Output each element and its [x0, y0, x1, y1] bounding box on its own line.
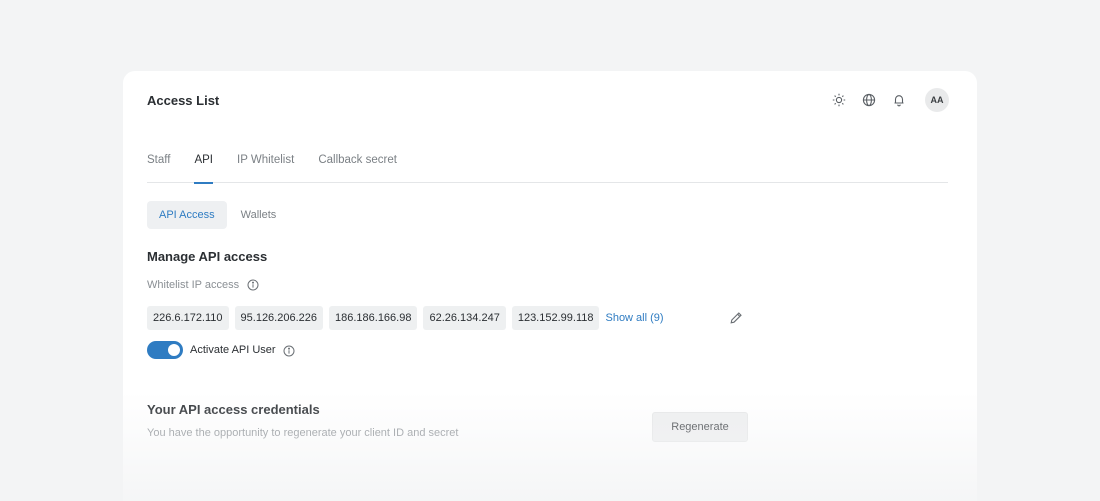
tab-callback-secret[interactable]: Callback secret — [318, 154, 397, 183]
info-icon[interactable] — [283, 344, 295, 357]
ip-chip: 95.126.206.226 — [234, 306, 323, 330]
info-icon[interactable] — [247, 279, 259, 291]
access-list-card: Access List AA Staff API IP Whitelist Ca… — [123, 71, 977, 501]
credentials-description: You have the opportunity to regenerate y… — [147, 427, 459, 439]
ip-chip-list: 226.6.172.110 95.126.206.226 186.186.166… — [147, 306, 664, 330]
ip-chip: 62.26.134.247 — [423, 306, 506, 330]
header-actions: AA — [829, 88, 949, 112]
subtab-api-access[interactable]: API Access — [147, 201, 227, 229]
regenerate-button[interactable]: Regenerate — [652, 412, 748, 442]
subtab-bar: API Access Wallets — [147, 201, 288, 229]
activate-api-user-row: Activate API User — [147, 341, 295, 359]
tab-staff[interactable]: Staff — [147, 154, 170, 183]
ip-chip: 226.6.172.110 — [147, 306, 229, 330]
tab-bar: Staff API IP Whitelist Callback secret — [147, 154, 948, 184]
whitelist-ip-label: Whitelist IP access — [147, 279, 240, 291]
ip-chip: 186.186.166.98 — [329, 306, 418, 330]
show-all-link[interactable]: Show all (9) — [605, 312, 663, 324]
ip-chip: 123.152.99.118 — [511, 306, 600, 330]
activate-api-user-label: Activate API User — [190, 344, 276, 356]
whitelist-ip-label-row: Whitelist IP access — [147, 279, 259, 291]
tab-ip-whitelist[interactable]: IP Whitelist — [237, 154, 294, 183]
tab-api[interactable]: API — [194, 154, 213, 184]
toggle-knob — [168, 344, 180, 356]
pencil-icon[interactable] — [729, 311, 743, 325]
activate-api-user-toggle[interactable] — [147, 341, 183, 359]
bell-icon[interactable] — [889, 88, 909, 112]
manage-api-heading: Manage API access — [147, 249, 268, 264]
globe-icon[interactable] — [859, 88, 879, 112]
avatar[interactable]: AA — [925, 88, 949, 112]
page-title: Access List — [147, 93, 220, 108]
credentials-heading: Your API access credentials — [147, 402, 320, 417]
subtab-wallets[interactable]: Wallets — [229, 201, 289, 229]
sun-icon[interactable] — [829, 88, 849, 112]
